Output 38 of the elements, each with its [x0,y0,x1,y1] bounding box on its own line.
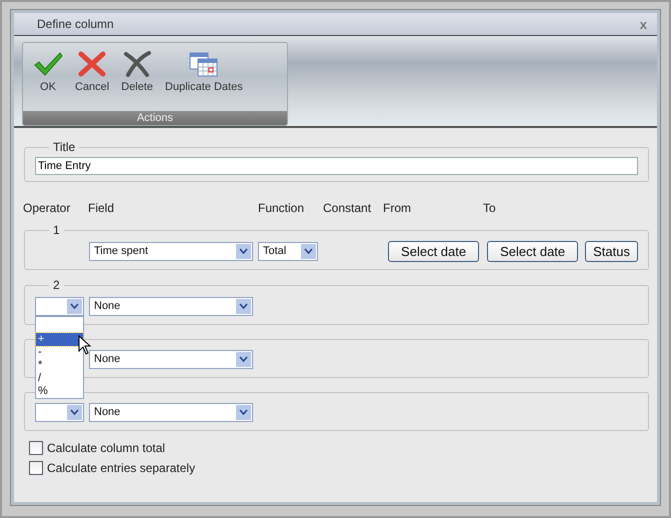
dropdown-option[interactable]: * [36,358,83,372]
cross-icon [78,51,106,77]
calendar-icon [188,51,219,77]
delete-button[interactable]: Delete [117,47,158,111]
window-title: Define column [37,17,114,31]
cancel-button[interactable]: Cancel [71,47,114,111]
field-select[interactable]: None [89,296,253,316]
group-label: Actions [23,111,287,125]
column-header: Function [258,201,304,215]
group-label: 2 [52,278,61,292]
function-select[interactable]: Total [258,242,318,260]
checkbox-label: Calculate column total [47,441,166,455]
dropdown-option[interactable]: - [36,346,83,358]
title-input-field[interactable]: Time Entry [35,157,638,175]
select-date-button[interactable]: Select date [388,240,480,262]
operator-select[interactable] [35,402,84,422]
ok-button[interactable]: OK [29,47,67,111]
dropdown-option[interactable]: % [36,384,83,398]
column-header: To [483,201,496,215]
operator-select[interactable] [35,296,84,316]
checkmark-icon [33,51,63,77]
checkbox-label: Calculate entries separately [47,461,196,475]
dropdown-option[interactable]: / [36,372,83,384]
cross-icon [123,51,152,77]
field-select[interactable]: Time spent [89,242,253,260]
group-label: Title [52,140,76,154]
field-select[interactable]: None [89,350,253,368]
field-select[interactable]: None [89,402,253,422]
status-button[interactable]: Status [585,240,638,262]
column-header: Constant [323,201,372,215]
column-header: Operator [23,201,70,215]
column-header: From [383,201,411,215]
group-label: 1 [52,223,61,237]
select-date-button[interactable]: Select date [487,240,578,262]
checkbox[interactable] [29,441,43,455]
checkbox[interactable] [29,461,43,475]
column-header: Field [88,201,114,215]
duplicate-dates-button[interactable]: Duplicate Dates [161,47,247,111]
